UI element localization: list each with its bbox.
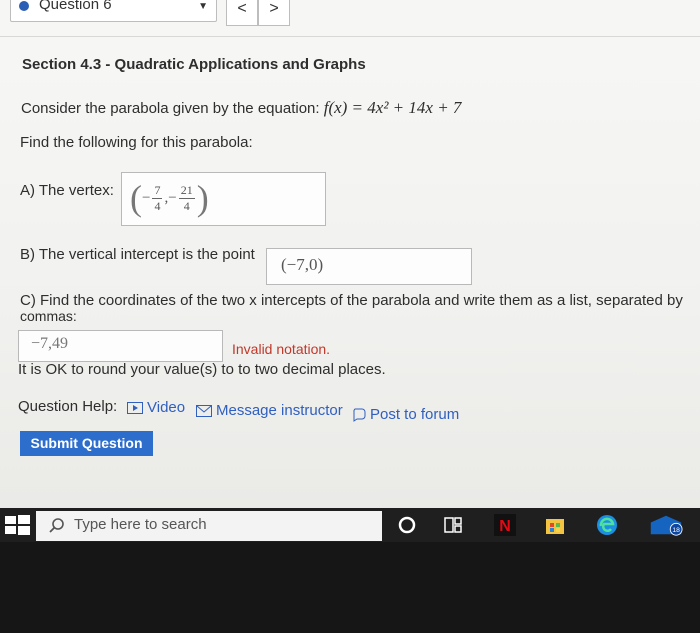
x-intercepts-value: −7,49: [31, 335, 69, 352]
error-message: Invalid notation.: [232, 341, 331, 357]
windows-start-icon[interactable]: [2, 512, 32, 538]
part-b-label: B) The vertical intercept is the point: [20, 246, 255, 263]
instructions: Find the following for this parabola:: [20, 134, 253, 151]
vertex-answer-field[interactable]: ( − 7 4 , − 21 4 ): [121, 172, 326, 226]
vertical-intercept-field[interactable]: (−7,0): [266, 248, 472, 285]
question-select-label: Question 6: [39, 0, 112, 13]
rounding-note: It is OK to round your value(s) to to tw…: [18, 361, 386, 378]
status-dot-icon: [19, 1, 29, 11]
previous-question-button[interactable]: <: [226, 0, 258, 26]
vertical-intercept-value: (−7,0): [281, 255, 324, 274]
svg-text:N: N: [499, 518, 511, 535]
next-question-button[interactable]: >: [258, 0, 290, 26]
part-c-label-continued: commas:: [20, 308, 77, 324]
x-intercepts-field[interactable]: −7,49: [18, 330, 223, 362]
post-to-forum-label: Post to forum: [370, 406, 460, 423]
cortana-icon[interactable]: [396, 514, 418, 536]
vertex-answer: ( − 7 4 , − 21 4 ): [130, 177, 209, 219]
windows-taskbar: Type here to search N 18: [0, 508, 700, 542]
mail-badge-count: 18: [672, 527, 680, 534]
open-paren: (: [130, 178, 142, 218]
envelope-icon: [196, 405, 212, 418]
video-icon: [127, 402, 143, 415]
taskbar-search-box[interactable]: Type here to search: [36, 511, 382, 541]
laptop-bezel: [0, 542, 700, 633]
store-app-icon[interactable]: [544, 514, 566, 536]
vertex-x-denominator: 4: [154, 198, 161, 213]
video-link-label: Video: [147, 399, 186, 416]
minus-sign: −: [168, 189, 177, 206]
browser-screen: Question 6 ▼ < > Section 4.3 - Quadratic…: [0, 0, 700, 508]
message-instructor-link[interactable]: Message instructor: [196, 402, 343, 419]
problem-statement: Consider the parabola given by the equat…: [21, 98, 461, 118]
section-title: Section 4.3 - Quadratic Applications and…: [22, 56, 366, 73]
post-to-forum-link[interactable]: Post to forum: [352, 406, 459, 423]
close-paren: ): [196, 178, 209, 218]
minus-sign: −: [142, 189, 151, 206]
vertex-y-denominator: 4: [183, 198, 190, 213]
equation: f(x) = 4x² + 14x + 7: [323, 98, 462, 117]
message-instructor-label: Message instructor: [216, 402, 343, 419]
netflix-app-icon[interactable]: N: [494, 514, 516, 536]
part-c-label: C) Find the coordinates of the two x int…: [20, 292, 683, 309]
caret-down-icon: ▼: [198, 1, 208, 12]
edge-browser-icon[interactable]: [596, 514, 618, 536]
vertex-x-numerator: 7: [152, 182, 163, 199]
question-nav-bar: Question 6 ▼ < >: [0, 0, 700, 37]
vertex-y-numerator: 21: [178, 182, 195, 199]
mail-app-icon[interactable]: 18: [646, 514, 686, 536]
vertex-y-fraction: 21 4: [178, 182, 195, 214]
problem-text: Consider the parabola given by the equat…: [21, 100, 324, 117]
video-link[interactable]: Video: [127, 399, 185, 416]
submit-question-button[interactable]: Submit Question: [20, 431, 153, 456]
speech-bubble-icon: [353, 408, 366, 422]
question-select[interactable]: Question 6 ▼: [10, 0, 217, 22]
search-icon: [49, 518, 64, 533]
task-view-icon[interactable]: [442, 514, 464, 536]
part-a-label: A) The vertex:: [20, 182, 114, 199]
question-help-label: Question Help:: [18, 398, 118, 415]
search-placeholder: Type here to search: [74, 516, 207, 533]
vertex-x-fraction: 7 4: [152, 182, 163, 214]
